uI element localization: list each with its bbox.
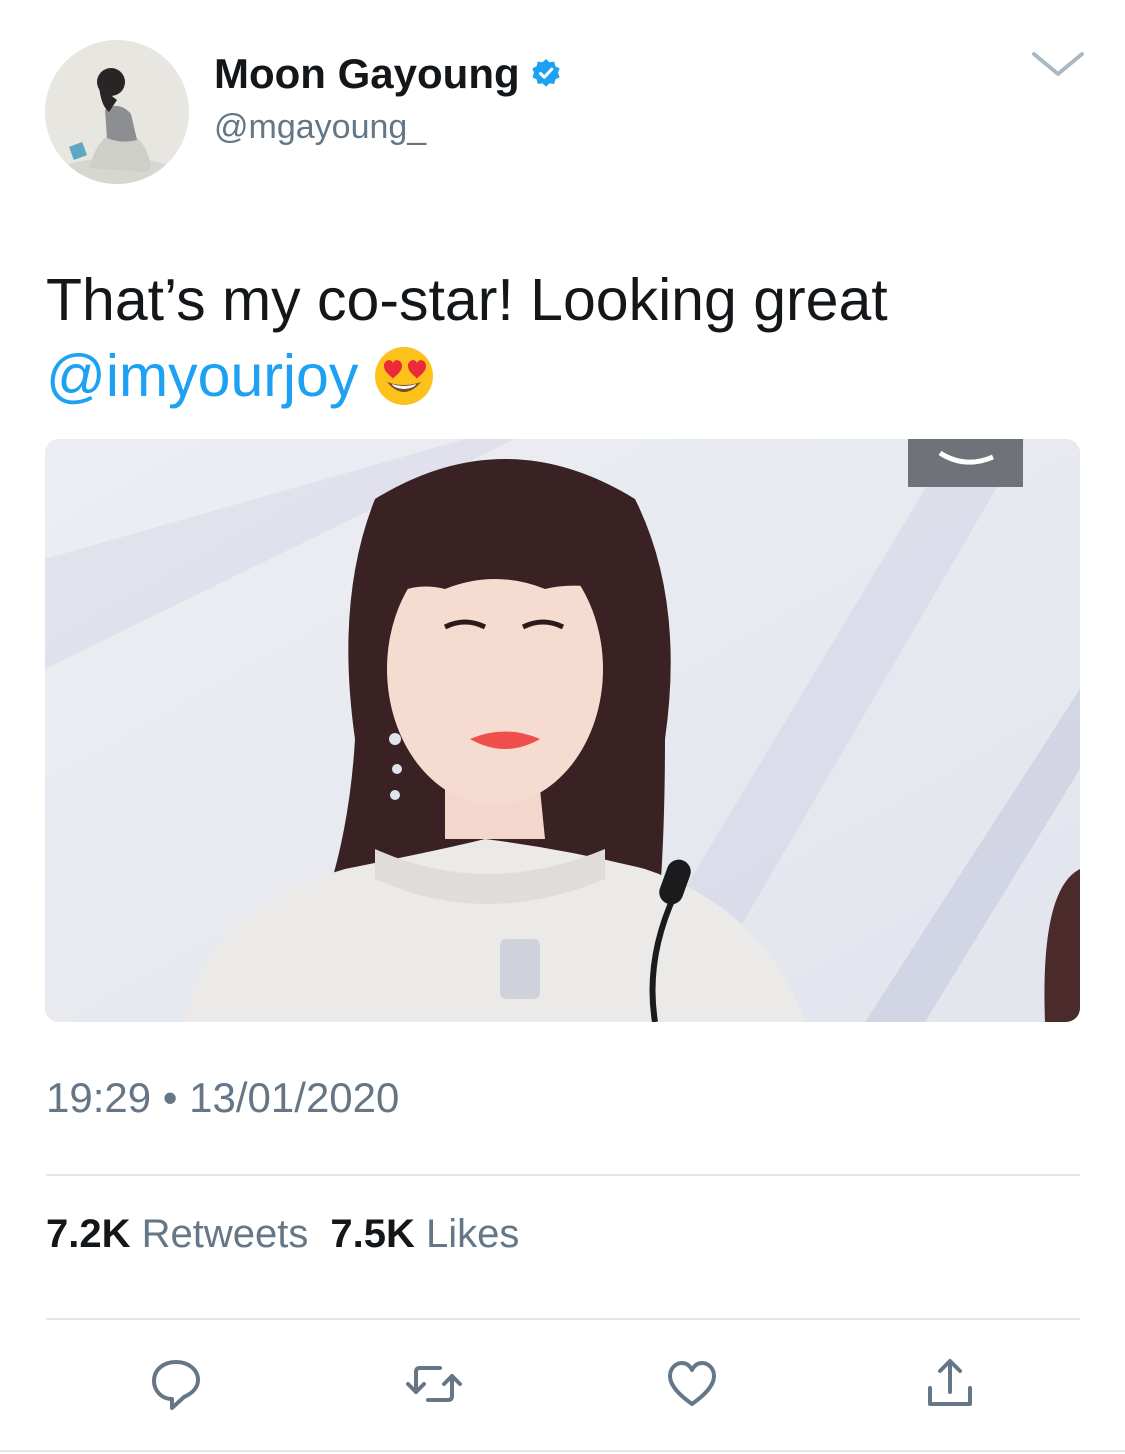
tweet-time: 19:29: [46, 1074, 152, 1121]
retweets-count: 7.2K: [46, 1212, 131, 1256]
divider-top: [46, 1174, 1080, 1176]
likes-count: 7.5K: [330, 1212, 415, 1256]
likes-stat[interactable]: 7.5K Likes: [330, 1212, 519, 1256]
tweet-photo[interactable]: [45, 439, 1080, 1022]
display-name-row[interactable]: Moon Gayoung: [214, 46, 562, 102]
reply-icon[interactable]: [148, 1356, 204, 1412]
heart-eyes-emoji-icon: [375, 347, 434, 405]
bottom-border: [0, 1450, 1125, 1452]
display-name[interactable]: Moon Gayoung: [214, 50, 520, 98]
chevron-down-icon[interactable]: [1030, 46, 1086, 82]
engagement-stats: 7.2K Retweets 7.5K Likes: [46, 1212, 541, 1257]
retweet-icon[interactable]: [406, 1356, 462, 1412]
likes-label: Likes: [426, 1212, 520, 1256]
avatar[interactable]: [45, 40, 189, 184]
user-handle[interactable]: @mgayoung_: [214, 108, 426, 147]
tweet-text: That’s my co-star! Looking great @imyour…: [46, 262, 1086, 414]
retweets-label: Retweets: [141, 1212, 309, 1256]
heart-icon[interactable]: [664, 1356, 720, 1412]
mention-link[interactable]: @imyourjoy: [46, 343, 358, 409]
retweets-stat[interactable]: 7.2K Retweets: [46, 1212, 308, 1256]
tweet-timestamp[interactable]: 19:29 • 13/01/2020: [46, 1074, 399, 1122]
divider-bottom: [46, 1318, 1080, 1320]
verified-badge-icon: [532, 59, 560, 87]
timestamp-separator: •: [162, 1074, 178, 1121]
share-icon[interactable]: [922, 1356, 978, 1412]
tweet-date: 13/01/2020: [189, 1074, 400, 1121]
tweet-body: That’s my co-star! Looking great: [46, 267, 888, 333]
